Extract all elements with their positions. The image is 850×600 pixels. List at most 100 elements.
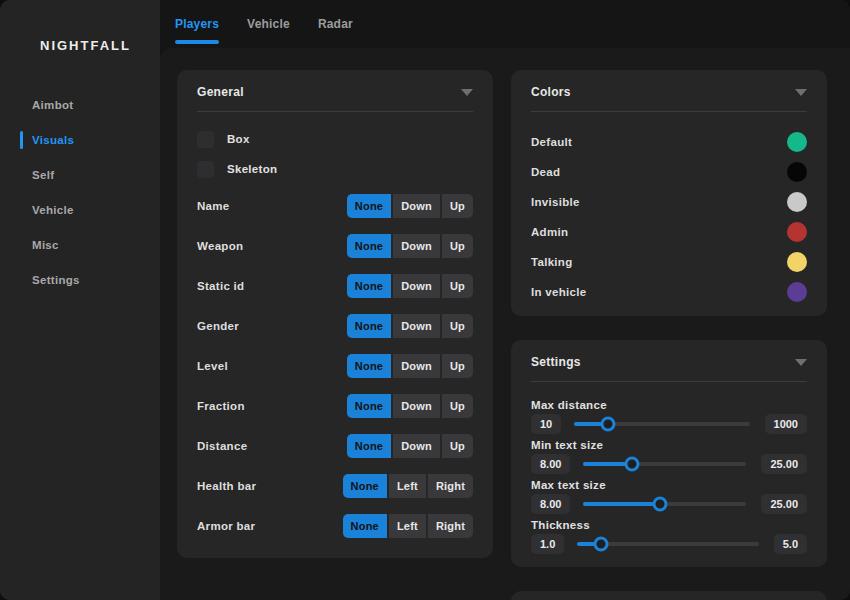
- segment-left[interactable]: Left: [389, 474, 426, 498]
- slider-track-thickness[interactable]: [577, 542, 758, 546]
- segment-up[interactable]: Up: [442, 394, 473, 418]
- segment-down[interactable]: Down: [393, 314, 440, 338]
- sidebar-item-vehicle[interactable]: Vehicle: [0, 192, 160, 227]
- segment-down[interactable]: Down: [393, 394, 440, 418]
- color-swatch-dead[interactable]: [787, 162, 807, 182]
- slider-group-thickness: Thickness 1.0 5.0: [531, 518, 807, 554]
- tab-vehicle[interactable]: Vehicle: [247, 0, 290, 48]
- color-swatch-default[interactable]: [787, 132, 807, 152]
- segment-none[interactable]: None: [347, 394, 391, 418]
- segment-right[interactable]: Right: [428, 474, 473, 498]
- tab-radar[interactable]: Radar: [318, 0, 353, 48]
- option-row-weapon: WeaponNoneDownUp: [197, 226, 473, 266]
- sidebar-item-self[interactable]: Self: [0, 157, 160, 192]
- segment-down[interactable]: Down: [393, 434, 440, 458]
- main-area: Players Vehicle Radar General BoxSkeleton …: [160, 0, 850, 600]
- color-label: Admin: [531, 226, 568, 238]
- slider-knob[interactable]: [593, 537, 608, 552]
- segmented-control-name: NoneDownUp: [347, 194, 473, 218]
- colors-card-header[interactable]: Colors: [511, 70, 827, 102]
- slider-knob[interactable]: [625, 457, 640, 472]
- slider-row-max-distance: 10 1000: [531, 414, 807, 434]
- segment-up[interactable]: Up: [442, 234, 473, 258]
- slider-min-value: 8.00: [531, 454, 570, 474]
- slider-min-value: 1.0: [531, 534, 564, 554]
- sidebar-item-settings[interactable]: Settings: [0, 262, 160, 297]
- segment-down[interactable]: Down: [393, 234, 440, 258]
- slider-max-value: 5.0: [774, 534, 807, 554]
- checkbox-label: Box: [227, 133, 250, 145]
- segment-up[interactable]: Up: [442, 314, 473, 338]
- sidebar-item-label: Visuals: [32, 134, 74, 146]
- option-row-fraction: FractionNoneDownUp: [197, 386, 473, 426]
- slider-knob[interactable]: [600, 417, 615, 432]
- sidebar-item-visuals[interactable]: Visuals: [0, 122, 160, 157]
- segment-up[interactable]: Up: [442, 354, 473, 378]
- segment-none[interactable]: None: [347, 194, 391, 218]
- segment-none[interactable]: None: [347, 234, 391, 258]
- slider-track-min-text-size[interactable]: [583, 462, 746, 466]
- colors-card-title: Colors: [531, 85, 571, 99]
- slider-label: Min text size: [531, 438, 807, 452]
- segmented-control-static-id: NoneDownUp: [347, 274, 473, 298]
- chevron-down-icon[interactable]: [795, 359, 807, 366]
- slider-label: Thickness: [531, 518, 807, 532]
- checkbox-skeleton[interactable]: [197, 161, 214, 178]
- segment-right[interactable]: Right: [428, 514, 473, 538]
- slider-group-min-text-size: Min text size8.0025.00: [531, 438, 807, 474]
- settings-card-header[interactable]: Settings: [511, 340, 827, 372]
- color-swatch-in-vehicle[interactable]: [787, 282, 807, 302]
- color-row-in-vehicle: In vehicle: [531, 277, 807, 307]
- slider-label: Max distance: [531, 398, 807, 412]
- color-swatch-invisible[interactable]: [787, 192, 807, 212]
- option-row-label: Distance: [197, 440, 247, 452]
- chevron-down-icon[interactable]: [461, 89, 473, 96]
- sidebar-item-label: Vehicle: [32, 204, 74, 216]
- segment-down[interactable]: Down: [393, 274, 440, 298]
- slider-min-value: 8.00: [531, 494, 570, 514]
- color-swatch-talking[interactable]: [787, 252, 807, 272]
- chevron-down-icon[interactable]: [795, 89, 807, 96]
- sidebar-item-misc[interactable]: Misc: [0, 227, 160, 262]
- sidebar-item-aimbot[interactable]: Aimbot: [0, 87, 160, 122]
- segment-up[interactable]: Up: [442, 274, 473, 298]
- segment-none[interactable]: None: [343, 514, 387, 538]
- color-label: Invisible: [531, 196, 580, 208]
- segment-left[interactable]: Left: [389, 514, 426, 538]
- segment-up[interactable]: Up: [442, 194, 473, 218]
- general-card: General BoxSkeleton NameNoneDownUpWeapon…: [177, 70, 493, 558]
- segment-down[interactable]: Down: [393, 354, 440, 378]
- segmented-control-health-bar: NoneLeftRight: [343, 474, 473, 498]
- segment-none[interactable]: None: [347, 274, 391, 298]
- option-row-level: Level NoneDownUp: [197, 346, 473, 386]
- partial-card: [511, 591, 827, 600]
- option-row-gender: GenderNoneDownUp: [197, 306, 473, 346]
- slider-track-max-text-size[interactable]: [583, 502, 746, 506]
- color-label: In vehicle: [531, 286, 586, 298]
- segment-none[interactable]: None: [347, 354, 391, 378]
- segment-none[interactable]: None: [347, 434, 391, 458]
- color-swatch-admin[interactable]: [787, 222, 807, 242]
- option-row-name: NameNoneDownUp: [197, 186, 473, 226]
- slider-track-max-distance[interactable]: [574, 422, 749, 426]
- right-column: Colors DefaultDeadInvisibleAdminTalkingI…: [511, 70, 827, 600]
- segment-none[interactable]: None: [343, 474, 387, 498]
- color-row-invisible: Invisible: [531, 187, 807, 217]
- general-card-title: General: [197, 85, 244, 99]
- general-card-header[interactable]: General: [177, 70, 493, 102]
- slider-min-value: 10: [531, 414, 561, 434]
- sidebar-nav: Aimbot Visuals Self Vehicle MiscSettings: [0, 87, 160, 297]
- slider-label: Max text size: [531, 478, 807, 492]
- slider-max-value: 1000: [765, 414, 807, 434]
- tab-bar: Players Vehicle Radar: [160, 0, 850, 48]
- segment-none[interactable]: None: [347, 314, 391, 338]
- segment-down[interactable]: Down: [393, 194, 440, 218]
- option-row-label: Level: [197, 360, 228, 372]
- tab-players[interactable]: Players: [175, 0, 219, 48]
- segment-up[interactable]: Up: [442, 434, 473, 458]
- active-tab-underline: [175, 40, 219, 44]
- color-label: Default: [531, 136, 572, 148]
- checkbox-box[interactable]: [197, 131, 214, 148]
- slider-knob[interactable]: [653, 497, 668, 512]
- segmented-control-weapon: NoneDownUp: [347, 234, 473, 258]
